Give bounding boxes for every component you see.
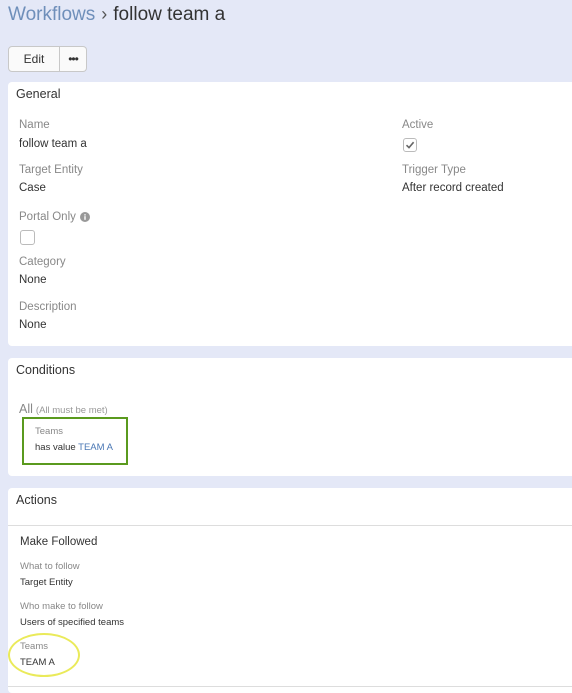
more-actions-button[interactable]: ••• (60, 46, 87, 72)
name-label: Name (19, 119, 50, 131)
action-title: Make Followed (20, 536, 98, 548)
breadcrumb: Workflows › follow team a (8, 4, 225, 28)
who-to-follow-label: Who make to follow (20, 601, 103, 612)
toolbar: Edit ••• (8, 46, 87, 72)
trigger-type-label: Trigger Type (402, 164, 466, 176)
who-to-follow-value: Users of specified teams (20, 617, 125, 628)
breadcrumb-workflows-link[interactable]: Workflows (8, 4, 95, 26)
page-title: follow team a (113, 4, 226, 25)
condition-group-hint: (All must be met) (35, 405, 108, 416)
condition-value-link[interactable]: TEAM A (78, 442, 113, 453)
condition-field-label: Teams (35, 426, 63, 437)
condition-expression: has value TEAM A (35, 442, 113, 453)
what-to-follow-value: Target Entity (20, 577, 73, 588)
target-entity-value: Case (19, 182, 46, 194)
portal-only-checkbox (20, 230, 35, 245)
actions-divider (8, 525, 572, 526)
general-panel: General Name follow team a Active Target… (8, 82, 572, 346)
active-label: Active (402, 119, 434, 131)
portal-only-label-text: Portal Only (19, 211, 76, 223)
condition-highlight-box: Teams has value TEAM A (22, 417, 128, 465)
checkmark-icon (405, 141, 415, 149)
what-to-follow-label: What to follow (20, 561, 80, 572)
description-value: None (19, 319, 47, 331)
info-icon (79, 212, 90, 222)
conditions-panel-title: Conditions (16, 363, 76, 377)
condition-operator: has value (35, 442, 76, 453)
active-checkbox (403, 138, 417, 152)
target-entity-label: Target Entity (19, 164, 83, 176)
actions-panel-title: Actions (16, 493, 57, 507)
actions-bottom-divider (8, 686, 572, 687)
teams-highlight-ellipse (8, 633, 80, 677)
trigger-type-value: After record created (402, 182, 504, 194)
actions-panel: Actions Make Followed What to follow Tar… (8, 488, 572, 693)
category-value: None (19, 274, 47, 286)
teams-label: Teams (20, 641, 48, 652)
conditions-panel: Conditions All (All must be met) Teams h… (8, 358, 572, 476)
name-value: follow team a (19, 138, 87, 150)
edit-button[interactable]: Edit (8, 46, 60, 72)
teams-value-link[interactable]: TEAM A (20, 657, 55, 668)
description-label: Description (19, 301, 77, 313)
condition-group-label: All (19, 402, 33, 416)
category-label: Category (19, 256, 66, 268)
condition-group-header: All (All must be met) (19, 402, 108, 416)
portal-only-label: Portal Only (19, 211, 90, 223)
breadcrumb-separator: › (101, 4, 108, 24)
general-panel-title: General (16, 87, 61, 101)
